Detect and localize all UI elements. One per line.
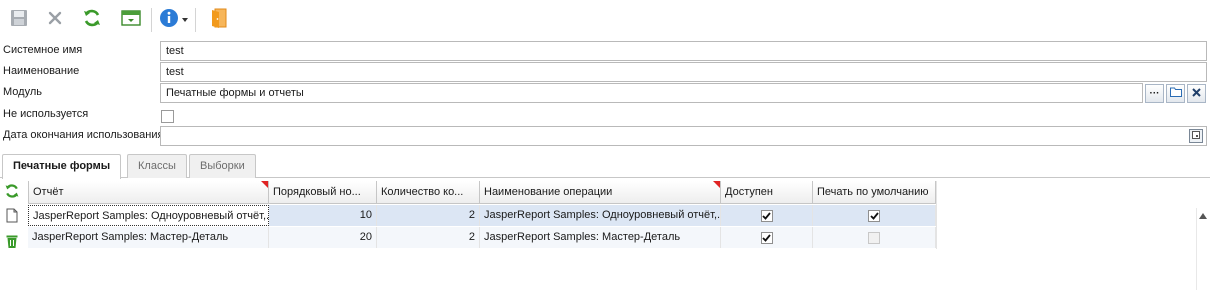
- trash-icon: [6, 234, 18, 252]
- info-icon: [159, 8, 179, 31]
- layout-button[interactable]: [118, 6, 144, 32]
- grid-add-button[interactable]: [3, 208, 21, 226]
- name-field[interactable]: test: [160, 62, 1207, 82]
- cell-report[interactable]: JasperReport Samples: Одноуровневый отчё…: [28, 205, 269, 226]
- column-label: Порядковый но...: [273, 186, 361, 198]
- column-header-default-print[interactable]: Печать по умолчанию: [813, 181, 936, 204]
- tab-selections[interactable]: Выборки: [189, 154, 256, 178]
- module-select-button[interactable]: ···: [1145, 84, 1164, 103]
- column-label: Наименование операции: [484, 186, 613, 198]
- tab-print-forms[interactable]: Печатные формы: [2, 154, 122, 179]
- system-name-label: Системное имя: [3, 44, 83, 56]
- exit-door-icon: [210, 8, 228, 31]
- column-header-report[interactable]: Отчёт: [28, 181, 269, 204]
- default-print-checkbox: [868, 231, 880, 244]
- cell-available[interactable]: [721, 205, 813, 226]
- cell-order[interactable]: 20: [269, 227, 377, 248]
- window-layout-icon: [121, 9, 141, 30]
- not-used-row: Не используется: [0, 105, 1210, 125]
- grid-delete-button[interactable]: [3, 234, 21, 252]
- system-name-field[interactable]: test: [160, 41, 1207, 61]
- column-label: Доступен: [725, 186, 774, 198]
- refresh-icon: [4, 183, 20, 202]
- not-used-checkbox[interactable]: [161, 110, 174, 123]
- required-marker: [713, 181, 720, 188]
- system-name-row: Системное имя test: [0, 41, 1210, 61]
- close-icon: [47, 10, 63, 29]
- cell-operation[interactable]: JasperReport Samples: Мастер-Деталь: [480, 227, 721, 248]
- chevron-down-icon: [181, 13, 188, 25]
- module-field[interactable]: Печатные формы и отчеты: [160, 83, 1143, 103]
- module-row: Модуль Печатные формы и отчеты ···: [0, 83, 1210, 103]
- new-document-icon: [6, 208, 18, 226]
- tab-classes[interactable]: Классы: [127, 154, 187, 178]
- cell-default-print[interactable]: [813, 227, 936, 248]
- calendar-button[interactable]: [1189, 129, 1203, 143]
- end-date-field[interactable]: [160, 126, 1207, 146]
- default-print-checkbox[interactable]: [868, 209, 880, 222]
- info-button[interactable]: [158, 6, 188, 32]
- print-forms-grid: Отчёт Порядковый но... Количество ко... …: [0, 178, 1210, 290]
- folder-icon: [1169, 87, 1182, 100]
- column-label: Количество ко...: [381, 186, 464, 198]
- cell-count[interactable]: 2: [377, 205, 480, 226]
- floppy-disk-icon: [10, 9, 28, 30]
- end-date-row: Дата окончания использования: [0, 126, 1210, 146]
- cell-order[interactable]: 10: [269, 205, 377, 226]
- column-header-operation[interactable]: Наименование операции: [480, 181, 721, 204]
- name-row: Наименование test: [0, 62, 1210, 82]
- not-used-label: Не используется: [3, 108, 89, 120]
- name-label: Наименование: [3, 65, 80, 77]
- column-header-available[interactable]: Доступен: [721, 181, 813, 204]
- refresh-icon: [82, 8, 102, 31]
- tab-bar: Печатные формы Классы Выборки: [0, 152, 1210, 179]
- column-header-count[interactable]: Количество ко...: [377, 181, 480, 204]
- required-marker: [261, 181, 268, 188]
- cancel-button[interactable]: [42, 6, 68, 32]
- grid-refresh-button[interactable]: [3, 183, 21, 201]
- refresh-button[interactable]: [79, 6, 105, 32]
- close-icon: [1192, 87, 1201, 100]
- calendar-icon: [1192, 130, 1200, 142]
- exit-button[interactable]: [206, 6, 232, 32]
- module-label: Модуль: [3, 86, 42, 98]
- cell-count[interactable]: 2: [377, 227, 480, 248]
- save-button[interactable]: [6, 6, 32, 32]
- grid-end-divider: [936, 181, 937, 249]
- column-label: Печать по умолчанию: [817, 186, 929, 198]
- available-checkbox[interactable]: [760, 209, 773, 222]
- vertical-scrollbar[interactable]: [1196, 208, 1208, 290]
- cell-operation[interactable]: JasperReport Samples: Одноуровневый отчё…: [480, 205, 721, 226]
- column-label: Отчёт: [33, 186, 64, 198]
- module-open-button[interactable]: [1166, 84, 1185, 103]
- end-date-label: Дата окончания использования: [3, 129, 164, 141]
- cell-report[interactable]: JasperReport Samples: Мастер-Деталь: [28, 227, 269, 248]
- toolbar: [0, 0, 1210, 38]
- cell-available[interactable]: [721, 227, 813, 248]
- column-header-order[interactable]: Порядковый но...: [269, 181, 377, 204]
- module-clear-button[interactable]: [1187, 84, 1206, 103]
- scroll-up-arrow-icon[interactable]: [1199, 210, 1207, 222]
- cell-default-print[interactable]: [813, 205, 936, 226]
- available-checkbox[interactable]: [760, 231, 773, 244]
